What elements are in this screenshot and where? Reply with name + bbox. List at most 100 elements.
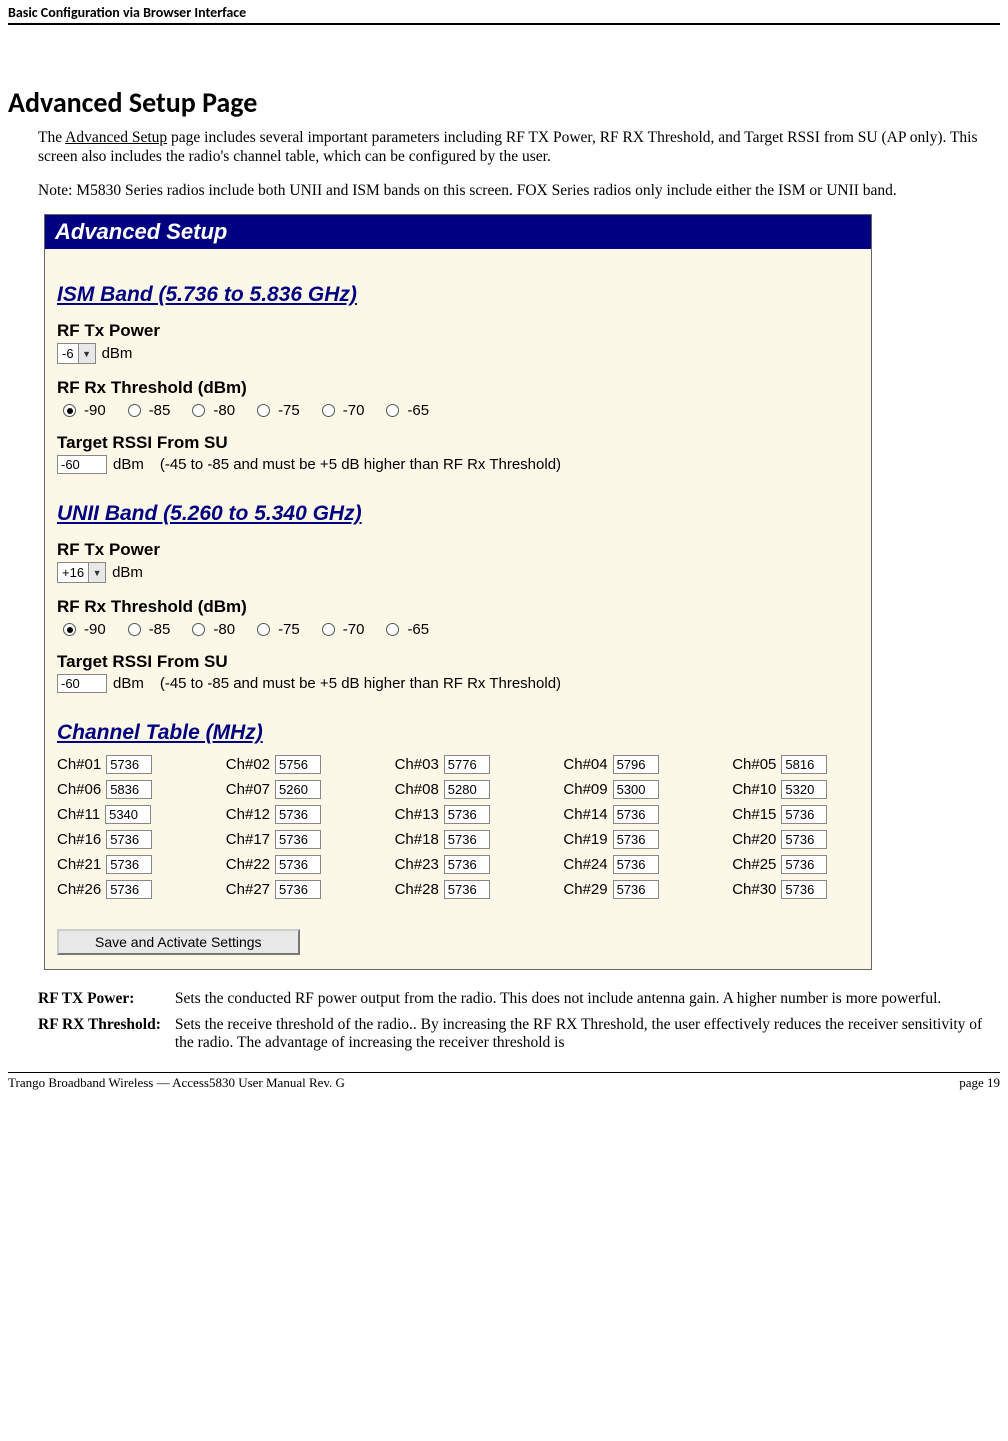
channel-label: Ch#10	[732, 781, 776, 798]
rx-radio-neg80[interactable]: -80	[192, 621, 235, 638]
rx-radio-neg85[interactable]: -85	[128, 621, 171, 638]
channel-item: Ch#275736	[226, 880, 365, 899]
radio-icon	[128, 623, 141, 636]
ism-rf-tx-value: -6	[58, 346, 78, 361]
channel-input[interactable]: 5736	[275, 830, 321, 849]
dbm-unit: dBm	[102, 345, 133, 362]
channel-label: Ch#08	[395, 781, 439, 798]
rx-radio-neg90[interactable]: -90	[63, 402, 106, 419]
channel-label: Ch#17	[226, 831, 270, 848]
radio-label: -90	[84, 402, 106, 419]
unii-rf-rx-label: RF Rx Threshold (dBm)	[57, 597, 871, 617]
target-rssi-hint: (-45 to -85 and must be +5 dB higher tha…	[160, 675, 561, 692]
channel-input[interactable]: 5736	[106, 755, 152, 774]
channel-input[interactable]: 5736	[275, 855, 321, 874]
channel-input[interactable]: 5736	[106, 880, 152, 899]
channel-label: Ch#06	[57, 781, 101, 798]
intro-paragraph-1: The Advanced Setup page includes several…	[38, 128, 1000, 167]
unii-rf-tx-label: RF Tx Power	[57, 540, 871, 560]
definitions-table: RF TX Power: Sets the conducted RF power…	[38, 988, 1000, 1058]
unii-band-heading: UNII Band (5.260 to 5.340 GHz)	[57, 502, 871, 526]
channel-input[interactable]: 5736	[444, 830, 490, 849]
channel-input[interactable]: 5736	[444, 880, 490, 899]
rx-radio-neg75[interactable]: -75	[257, 621, 300, 638]
channel-input[interactable]: 5736	[613, 880, 659, 899]
ism-rf-rx-radio-group: -90 -85 -80 -75 -70 -65	[63, 402, 871, 419]
dropdown-arrow-icon: ▼	[88, 563, 105, 582]
radio-icon	[63, 623, 76, 636]
radio-label: -65	[407, 402, 429, 419]
unii-rf-tx-select[interactable]: +16 ▼	[57, 562, 106, 583]
radio-icon	[257, 404, 270, 417]
channel-label: Ch#29	[563, 881, 607, 898]
radio-label: -70	[343, 402, 365, 419]
channel-input[interactable]: 5736	[781, 855, 827, 874]
channel-input[interactable]: 5260	[275, 780, 321, 799]
channel-input[interactable]: 5736	[275, 805, 321, 824]
channel-label: Ch#16	[57, 831, 101, 848]
channel-input[interactable]: 5736	[275, 880, 321, 899]
channel-input[interactable]: 5796	[613, 755, 659, 774]
save-activate-button[interactable]: Save and Activate Settings	[57, 929, 300, 955]
dbm-unit: dBm	[112, 564, 143, 581]
page-title: Advanced Setup Page	[8, 85, 1000, 120]
channel-item: Ch#18 5736	[395, 830, 534, 849]
channel-input[interactable]: 5816	[781, 755, 827, 774]
channel-label: Ch#19	[563, 831, 607, 848]
rx-radio-neg90[interactable]: -90	[63, 621, 106, 638]
channel-label: Ch#26	[57, 881, 101, 898]
channel-input[interactable]: 5736	[613, 805, 659, 824]
rx-radio-neg65[interactable]: -65	[386, 402, 429, 419]
radio-label: -85	[149, 402, 171, 419]
page-footer: Trango Broadband Wireless — Access5830 U…	[8, 1072, 1000, 1091]
rx-radio-neg75[interactable]: -75	[257, 402, 300, 419]
channel-label: Ch#12	[226, 806, 270, 823]
rx-radio-neg80[interactable]: -80	[192, 402, 235, 419]
dropdown-arrow-icon: ▼	[78, 344, 95, 363]
channel-input[interactable]: 5736	[613, 830, 659, 849]
channel-label: Ch#21	[57, 856, 101, 873]
rx-radio-neg70[interactable]: -70	[322, 621, 365, 638]
channel-label: Ch#01	[57, 756, 101, 773]
rx-radio-neg70[interactable]: -70	[322, 402, 365, 419]
channel-input[interactable]: 5736	[444, 805, 490, 824]
channel-input[interactable]: 5736	[106, 855, 152, 874]
def-term-rf-tx: RF TX Power:	[38, 988, 175, 1014]
channel-input[interactable]: 5836	[106, 780, 152, 799]
channel-item: Ch#025756	[226, 755, 365, 774]
channel-input[interactable]: 5736	[613, 855, 659, 874]
target-rssi-hint: (-45 to -85 and must be +5 dB higher tha…	[160, 456, 561, 473]
dbm-unit: dBm	[113, 675, 144, 692]
ism-rf-tx-label: RF Tx Power	[57, 321, 871, 341]
radio-icon	[128, 404, 141, 417]
radio-label: -75	[278, 621, 300, 638]
channel-item: Ch#22 5736	[226, 855, 365, 874]
channel-input[interactable]: 5756	[275, 755, 321, 774]
channel-table-heading: Channel Table (MHz)	[57, 721, 871, 745]
radio-icon	[386, 404, 399, 417]
channel-input[interactable]: 5340	[105, 805, 151, 824]
channel-label: Ch#22	[226, 856, 270, 873]
unii-target-rssi-input[interactable]: -60	[57, 674, 107, 693]
channel-input[interactable]: 5736	[781, 830, 827, 849]
channel-label: Ch#18	[395, 831, 439, 848]
channel-input[interactable]: 5300	[613, 780, 659, 799]
ism-rf-tx-select[interactable]: -6 ▼	[57, 343, 96, 364]
ism-rf-rx-label: RF Rx Threshold (dBm)	[57, 378, 871, 398]
advanced-setup-title: Advanced Setup	[45, 215, 871, 249]
advanced-setup-screenshot: Advanced Setup ISM Band (5.736 to 5.836 …	[44, 214, 872, 970]
channel-input[interactable]: 5320	[781, 780, 827, 799]
radio-label: -75	[278, 402, 300, 419]
channel-input[interactable]: 5736	[106, 830, 152, 849]
radio-label: -90	[84, 621, 106, 638]
channel-input[interactable]: 5736	[781, 880, 827, 899]
advanced-setup-link-text: Advanced Setup	[65, 129, 167, 146]
channel-input[interactable]: 5776	[444, 755, 490, 774]
channel-input[interactable]: 5736	[781, 805, 827, 824]
channel-input[interactable]: 5736	[444, 855, 490, 874]
channel-item: Ch#045796	[563, 755, 702, 774]
rx-radio-neg85[interactable]: -85	[128, 402, 171, 419]
channel-input[interactable]: 5280	[444, 780, 490, 799]
ism-target-rssi-input[interactable]: -60	[57, 455, 107, 474]
rx-radio-neg65[interactable]: -65	[386, 621, 429, 638]
